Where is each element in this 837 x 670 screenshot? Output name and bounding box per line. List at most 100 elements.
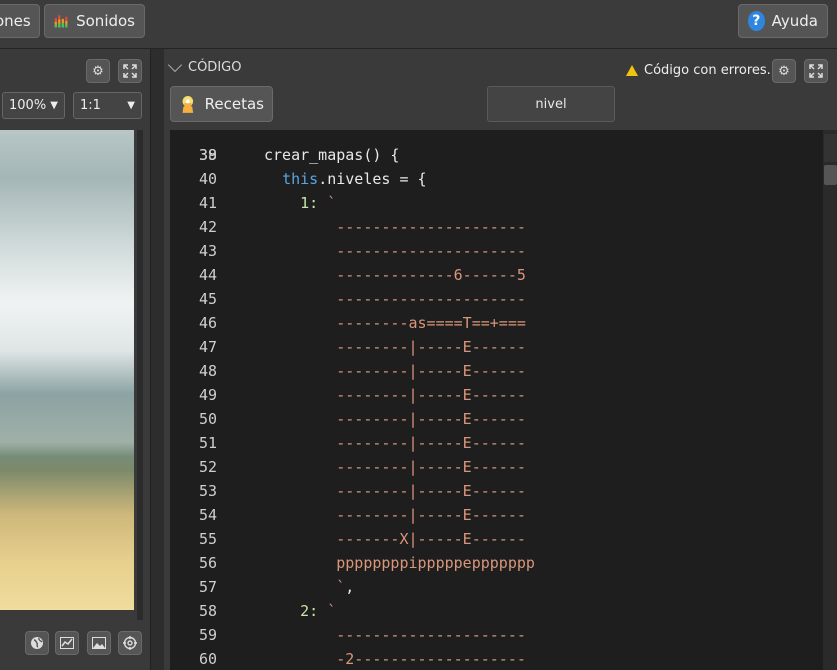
code-line[interactable]: 55 -------X|-----E------	[170, 527, 823, 551]
previous-toolbar-button[interactable]: ones	[0, 4, 40, 38]
code-token: ---------------------	[336, 218, 526, 236]
ayuda-button[interactable]: ? Ayuda	[738, 4, 828, 38]
code-text: -------X|-----E------	[264, 527, 526, 551]
image-button[interactable]	[87, 631, 111, 655]
code-fullscreen-button[interactable]	[804, 59, 828, 83]
code-line[interactable]: 53 --------|-----E------	[170, 479, 823, 503]
code-line[interactable]: 44 -------------6------5	[170, 263, 823, 287]
code-text: 1: `	[264, 191, 336, 215]
equalizer-icon	[54, 15, 68, 28]
preview-fullscreen-button[interactable]	[118, 59, 142, 83]
line-number: 52	[198, 458, 217, 476]
code-panel-header[interactable]: CÓDIGO	[167, 57, 241, 75]
game-preview-canvas[interactable]	[0, 130, 134, 610]
code-token: --------|-----E------	[336, 458, 526, 476]
code-line[interactable]: 49 --------|-----E------	[170, 383, 823, 407]
code-text: ---------------------	[264, 287, 526, 311]
code-line[interactable]: 48 --------|-----E------	[170, 359, 823, 383]
line-number: 50	[198, 410, 217, 428]
error-warning: Código con errores.	[626, 63, 771, 78]
line-number: 59	[198, 626, 217, 644]
zoom-select-value: 100%	[9, 98, 47, 113]
code-line[interactable]: 45 ---------------------	[170, 287, 823, 311]
code-token: --------|-----E------	[336, 410, 526, 428]
code-token: -------------6------5	[336, 266, 526, 284]
code-line[interactable]: 52 --------|-----E------	[170, 455, 823, 479]
code-text: --------|-----E------	[264, 359, 526, 383]
code-line[interactable]: 51 --------|-----E------	[170, 431, 823, 455]
code-line[interactable]: 47 --------|-----E------	[170, 335, 823, 359]
code-token: crear_mapas() {	[264, 146, 400, 164]
code-line[interactable]: 59 ---------------------	[170, 623, 823, 647]
chevron-down-icon	[167, 57, 183, 73]
recetas-button-label: Recetas	[204, 95, 264, 113]
code-token: -------X|-----E------	[336, 530, 526, 548]
line-number: 57	[198, 578, 217, 596]
zoom-select[interactable]: 100% ▼	[2, 92, 65, 119]
code-line[interactable]: 58 2: `	[170, 599, 823, 623]
line-number: 41	[198, 194, 217, 212]
globe-icon	[31, 637, 43, 649]
code-token: `	[318, 602, 337, 620]
editor-scrollbar[interactable]	[823, 130, 837, 670]
code-line[interactable]: 40 this.niveles = {	[170, 167, 823, 191]
code-line[interactable]: 43 ---------------------	[170, 239, 823, 263]
code-text: 2: `	[264, 599, 336, 623]
expand-icon	[809, 64, 823, 78]
code-text: -2-------------------	[264, 647, 526, 670]
line-number: 56	[198, 554, 217, 572]
line-number: 44	[198, 266, 217, 284]
line-number: 55	[198, 530, 217, 548]
line-number: 40	[198, 170, 217, 188]
code-text: --------|-----E------	[264, 335, 526, 359]
code-token: 2:	[300, 602, 319, 620]
error-warning-text: Código con errores.	[644, 63, 771, 78]
ratio-select[interactable]: 1:1 ▼	[73, 92, 142, 119]
line-number: 58	[198, 602, 217, 620]
code-line[interactable]: 56 ppppppppipppppeppppppp	[170, 551, 823, 575]
target-button[interactable]	[118, 631, 142, 655]
line-number: 46	[198, 314, 217, 332]
code-editor[interactable]: 38 39 crear_mapas() {40 this.niveles = {4…	[170, 130, 823, 670]
code-settings-button[interactable]: ⚙	[772, 59, 796, 83]
code-line[interactable]: 42 ---------------------	[170, 215, 823, 239]
image-icon	[92, 637, 106, 649]
sonidos-button[interactable]: Sonidos	[44, 4, 145, 38]
code-line[interactable]: 60 -2-------------------	[170, 647, 823, 670]
file-tab-label: nivel	[535, 96, 567, 112]
line-number: 54	[198, 506, 217, 524]
code-text: --------|-----E------	[264, 479, 526, 503]
code-text: ---------------------	[264, 623, 526, 647]
code-line[interactable]: 57 `,	[170, 575, 823, 599]
code-line[interactable]: 46 --------as====T==+===	[170, 311, 823, 335]
line-number: 49	[198, 386, 217, 404]
code-token: ---------------------	[336, 626, 526, 644]
code-line[interactable]: 54 --------|-----E------	[170, 503, 823, 527]
code-line[interactable]: 41 1: `	[170, 191, 823, 215]
code-text: ---------------------	[264, 215, 526, 239]
code-line-partial: 38	[170, 130, 823, 164]
code-token: -2-------------------	[336, 650, 526, 668]
code-text: `,	[264, 575, 354, 599]
code-line[interactable]: 39 crear_mapas() {	[170, 143, 823, 167]
file-tab-nivel[interactable]: nivel	[487, 86, 615, 122]
sonidos-button-label: Sonidos	[76, 12, 135, 30]
chart-button[interactable]	[55, 631, 79, 655]
previous-toolbar-button-label: ones	[0, 12, 31, 30]
line-number: 48	[198, 362, 217, 380]
code-token: --------|-----E------	[336, 434, 526, 452]
editor-scrollbar-thumb[interactable]	[824, 165, 837, 185]
preview-scrollbar[interactable]	[137, 130, 143, 620]
globe-button[interactable]	[25, 631, 49, 655]
preview-settings-button[interactable]: ⚙	[86, 59, 110, 83]
top-toolbar: ones Sonidos ? Ayuda	[0, 0, 837, 49]
code-token: `	[336, 578, 346, 596]
recetas-button[interactable]: Recetas	[170, 86, 273, 122]
line-number: 53	[198, 482, 217, 500]
line-number: 51	[198, 434, 217, 452]
crosshair-icon	[123, 636, 137, 650]
warning-icon	[626, 65, 638, 76]
code-line[interactable]: 50 --------|-----E------	[170, 407, 823, 431]
code-text: ppppppppipppppeppppppp	[264, 551, 535, 575]
expand-icon	[123, 64, 137, 78]
